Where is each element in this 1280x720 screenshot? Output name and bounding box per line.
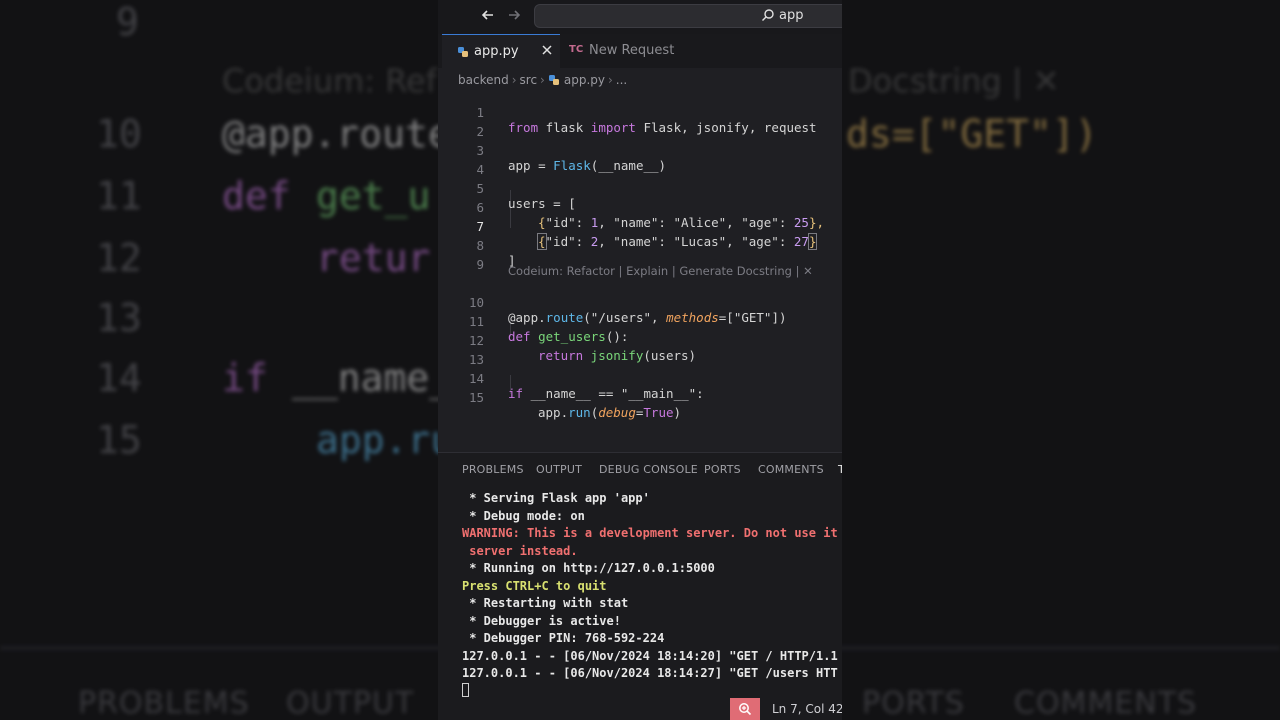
- chevron-right-icon: ›: [607, 72, 613, 87]
- terminal-warning-line: WARNING: This is a development server. D…: [462, 526, 838, 540]
- code-line: 7 {"id": 2, "name": "Lucas", "age": 27}: [438, 204, 842, 250]
- bg-line-number: 15: [96, 418, 142, 462]
- terminal-line: Press CTRL+C to quit: [462, 578, 607, 593]
- line-number: 9: [476, 257, 484, 272]
- terminal-line: * Debugger is active!: [462, 613, 621, 628]
- bg-def: def: [222, 174, 291, 218]
- code-line: 10 @app.route("/users", methods=["GET"]): [438, 280, 842, 325]
- code-line: 2: [438, 109, 842, 139]
- code-line: 8 ]: [438, 223, 842, 268]
- breadcrumb-item[interactable]: app.py: [564, 73, 605, 87]
- zoom-button[interactable]: [730, 698, 760, 720]
- chevron-right-icon: ›: [511, 72, 517, 87]
- tab-label: app.py: [474, 44, 519, 59]
- bg-codelens-right: Docstring | ✕: [848, 62, 1060, 100]
- bg-line-number: 14: [96, 356, 142, 400]
- cursor-position[interactable]: Ln 7, Col 42: [772, 702, 842, 716]
- terminal-log-line: 127.0.0.1 - - [06/Nov/2024 18:14:27] "GE…: [462, 666, 838, 680]
- bg-line-number: 12: [96, 236, 142, 280]
- bg-route: @app.route: [222, 112, 451, 156]
- chevron-right-icon: ›: [540, 72, 545, 87]
- breadcrumb: backend › src › app.py ›...: [458, 72, 627, 88]
- forward-arrow-icon[interactable]: [504, 7, 524, 27]
- tab-terminal[interactable]: T: [838, 463, 842, 476]
- python-file-icon: [548, 74, 559, 85]
- code-line: 12 return jsonify(users): [438, 318, 842, 363]
- bottom-panel: PROBLEMS OUTPUT DEBUG CONSOLE PORTS COMM…: [438, 452, 842, 720]
- terminal-cursor: [462, 683, 469, 697]
- bg-if: if: [222, 356, 268, 400]
- code-line: 3 app = Flask(__name__): [438, 128, 842, 173]
- tab-debug-console[interactable]: DEBUG CONSOLE: [599, 463, 698, 476]
- bg-return: retur: [316, 236, 431, 280]
- line-number: 15: [468, 390, 484, 405]
- command-center-search[interactable]: app: [534, 4, 842, 28]
- bg-panel-tab: OUTPUT: [286, 686, 415, 720]
- code-line: 15 app.run(debug=True): [438, 375, 842, 420]
- codeium-codelens[interactable]: Codeium: Refactor | Explain | Generate D…: [508, 264, 813, 278]
- breadcrumb-item[interactable]: ...: [616, 73, 627, 87]
- tab-comments[interactable]: COMMENTS: [758, 463, 824, 476]
- bg-line-number: 13: [96, 296, 142, 340]
- code-line: 6 {"id": 1, "name": "Alice", "age": 25},: [438, 185, 842, 230]
- panel-tab-bar: PROBLEMS OUTPUT DEBUG CONSOLE PORTS COMM…: [438, 453, 842, 485]
- bg-route-right: ds=["GET"]): [846, 112, 1098, 156]
- tab-app-py[interactable]: app.py: [442, 34, 560, 68]
- terminal-warning-line: server instead.: [462, 543, 578, 558]
- bg-line-number: 11: [96, 174, 142, 218]
- code-line: 5 users = [: [438, 166, 842, 211]
- tab-problems[interactable]: PROBLEMS: [462, 463, 524, 476]
- bg-panel-tab: PROBLEMS: [78, 686, 250, 720]
- terminal-line: * Running on http://127.0.0.1:5000: [462, 561, 715, 575]
- code-editor-window: app app.py TC New Request backend › src › ap…: [438, 0, 842, 720]
- thunder-client-icon: TC: [569, 44, 584, 55]
- zoom-in-icon: [739, 703, 752, 716]
- bg-get-users: get_u: [316, 174, 431, 218]
- status-bar: Ln 7, Col 42: [730, 698, 842, 720]
- bg-panel-tab: COMMENTS: [1014, 686, 1198, 720]
- title-bar: app: [438, 0, 842, 34]
- tab-bar: app.py TC New Request: [438, 34, 842, 68]
- terminal-line: * Debugger PIN: 768-592-224: [462, 631, 665, 645]
- bg-codelens-left: Codeium: Ref: [222, 62, 437, 100]
- python-file-icon: [458, 47, 468, 57]
- code-line: 1 from flask import Flask, jsonify, requ…: [438, 90, 842, 135]
- tab-output[interactable]: OUTPUT: [536, 463, 582, 476]
- line-content: app.run(debug=True): [538, 405, 682, 420]
- code-line: 9: [438, 242, 842, 272]
- breadcrumb-item[interactable]: backend: [458, 73, 509, 87]
- code-line: 14 if __name__ == "__main__":: [438, 356, 842, 401]
- search-text: app: [779, 8, 804, 23]
- tab-new-request[interactable]: TC New Request: [562, 34, 712, 68]
- bg-panel-tab: PORTS: [862, 686, 965, 720]
- code-line: 4: [438, 147, 842, 177]
- bg-name: __name_: [292, 356, 453, 400]
- terminal-line: * Serving Flask app 'app': [462, 491, 650, 505]
- code-line: 13: [438, 337, 842, 367]
- tab-label: New Request: [589, 43, 675, 58]
- close-icon[interactable]: [538, 42, 556, 60]
- search-icon: [762, 9, 774, 21]
- tab-ports[interactable]: PORTS: [704, 463, 741, 476]
- breadcrumb-item[interactable]: src: [520, 73, 538, 87]
- bg-line-number: 9: [116, 0, 139, 44]
- terminal-line: * Restarting with stat: [462, 596, 629, 610]
- terminal-log-line: 127.0.0.1 - - [06/Nov/2024 18:14:20] "GE…: [462, 648, 838, 663]
- back-arrow-icon[interactable]: [478, 7, 498, 27]
- terminal-line: * Debug mode: on: [462, 508, 585, 523]
- bg-line-number: 10: [96, 112, 142, 156]
- bg-app-run: app.ru: [316, 418, 454, 462]
- code-line: 11 def get_users():: [438, 299, 842, 344]
